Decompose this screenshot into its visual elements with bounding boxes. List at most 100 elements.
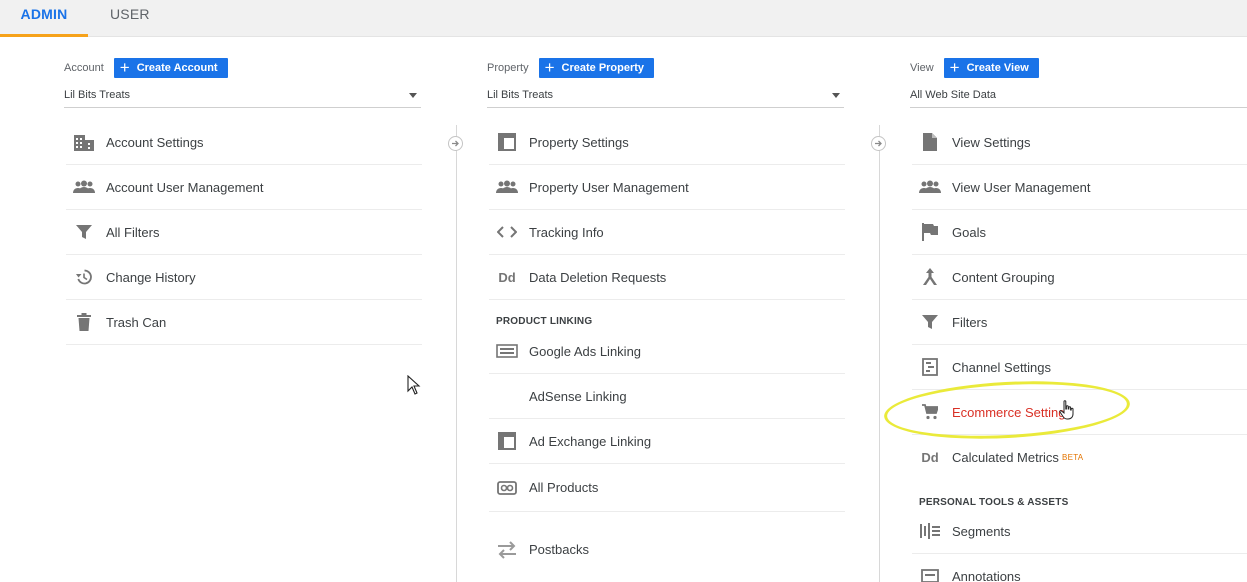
google-ads-linking-label: Google Ads Linking [529, 343, 642, 359]
annotations-icon [912, 568, 948, 582]
annotations-label: Annotations [952, 569, 1021, 582]
property-selector-value: Lil Bits Treats [487, 89, 554, 101]
column-divider [456, 125, 457, 582]
segments-icon [912, 523, 948, 539]
view-user-management-item[interactable]: View User Management [912, 165, 1247, 210]
goals-item[interactable]: Goals [912, 210, 1247, 255]
google-ads-linking-item[interactable]: Google Ads Linking [489, 329, 845, 374]
content-grouping-item[interactable]: Content Grouping [912, 255, 1247, 300]
property-settings-item[interactable]: Property Settings [489, 120, 845, 165]
all-filters-item[interactable]: All Filters [66, 210, 422, 255]
filter-icon [912, 314, 948, 330]
dropdown-caret-icon [409, 93, 417, 98]
calculated-metrics-label: Calculated Metrics [952, 450, 1059, 465]
plus-icon: + [949, 58, 960, 77]
property-settings-icon [489, 133, 525, 151]
trash-can-item[interactable]: Trash Can [66, 300, 422, 345]
arrow-cursor-icon [407, 375, 421, 395]
adsense-linking-item[interactable]: AdSense Linking [489, 374, 845, 419]
account-settings-item[interactable]: Account Settings [66, 120, 422, 165]
code-icon [489, 225, 525, 239]
account-user-management-label: Account User Management [106, 179, 264, 195]
annotations-item[interactable]: Annotations [912, 554, 1247, 582]
beta-badge: BETA [1061, 453, 1084, 462]
ads-icon [489, 344, 525, 358]
channel-icon [912, 358, 948, 376]
tracking-info-item[interactable]: Tracking Info [489, 210, 845, 255]
filter-icon [66, 224, 102, 240]
property-column: Property + Create Property Lil Bits Trea… [487, 37, 849, 582]
plus-icon: + [119, 58, 130, 77]
link-icon [489, 480, 525, 495]
cart-icon [912, 404, 948, 420]
goals-label: Goals [952, 224, 986, 240]
ad-exchange-icon [489, 432, 525, 450]
history-icon [66, 269, 102, 285]
hand-cursor-icon [1059, 400, 1074, 420]
dd-icon: Dd [498, 269, 516, 285]
postbacks-icon [489, 540, 525, 559]
ad-exchange-linking-item[interactable]: Ad Exchange Linking [489, 419, 845, 464]
data-deletion-requests-label: Data Deletion Requests [529, 269, 667, 285]
trash-can-label: Trash Can [106, 314, 167, 330]
view-selector-value: All Web Site Data [910, 89, 997, 101]
postbacks-label: Postbacks [529, 542, 589, 557]
document-icon [912, 133, 948, 151]
all-products-label: All Products [529, 480, 599, 495]
property-selector[interactable]: Lil Bits Treats [487, 85, 844, 108]
content-grouping-label: Content Grouping [952, 269, 1055, 285]
data-deletion-requests-item[interactable]: Dd Data Deletion Requests [489, 255, 845, 300]
create-view-label: Create View [966, 62, 1029, 74]
filters-item[interactable]: Filters [912, 300, 1247, 345]
view-label: View [910, 62, 934, 74]
account-label: Account [64, 62, 104, 74]
adsense-linking-label: AdSense Linking [529, 388, 627, 404]
content-grouping-icon [912, 268, 948, 286]
people-icon [489, 180, 525, 194]
property-user-management-item[interactable]: Property User Management [489, 165, 845, 210]
people-icon [912, 180, 948, 194]
flag-icon [912, 223, 948, 241]
change-history-item[interactable]: Change History [66, 255, 422, 300]
all-products-item[interactable]: All Products [489, 464, 845, 512]
account-user-management-item[interactable]: Account User Management [66, 165, 422, 210]
building-icon [66, 133, 102, 151]
ecommerce-settings-item[interactable]: Ecommerce Settings [912, 390, 1247, 435]
column-divider [879, 125, 880, 582]
view-header: View + Create View [910, 58, 1039, 78]
change-history-label: Change History [106, 269, 196, 285]
collapse-arrow-icon[interactable] [871, 136, 886, 151]
view-settings-item[interactable]: View Settings [912, 120, 1247, 165]
tab-user[interactable]: USER [110, 0, 150, 37]
trash-icon [66, 313, 102, 331]
ecommerce-settings-label: Ecommerce Settings [952, 404, 1072, 420]
create-property-label: Create Property [561, 62, 645, 74]
tab-admin[interactable]: ADMIN [0, 0, 88, 37]
account-selector[interactable]: Lil Bits Treats [64, 85, 421, 108]
channel-settings-item[interactable]: Channel Settings [912, 345, 1247, 390]
ad-exchange-linking-label: Ad Exchange Linking [529, 433, 652, 449]
property-label: Property [487, 62, 529, 74]
view-user-management-label: View User Management [952, 179, 1091, 195]
filters-label: Filters [952, 314, 988, 330]
segments-item[interactable]: Segments [912, 509, 1247, 554]
collapse-arrow-icon[interactable] [448, 136, 463, 151]
create-view-button[interactable]: + Create View [943, 58, 1039, 78]
view-selector[interactable]: All Web Site Data [910, 85, 1247, 108]
create-property-button[interactable]: + Create Property [538, 58, 655, 78]
postbacks-item[interactable]: Postbacks [489, 527, 845, 572]
property-settings-label: Property Settings [529, 134, 629, 150]
account-header: Account + Create Account [64, 58, 228, 78]
plus-icon: + [544, 58, 555, 77]
view-column: View + Create View All Web Site Data Vie… [910, 37, 1247, 582]
property-header: Property + Create Property [487, 58, 655, 78]
segments-label: Segments [952, 523, 1011, 539]
view-settings-label: View Settings [952, 134, 1031, 150]
create-account-button[interactable]: + Create Account [113, 58, 228, 78]
account-column: Account + Create Account Lil Bits Treats… [64, 37, 426, 582]
channel-settings-label: Channel Settings [952, 359, 1052, 375]
calculated-metrics-item[interactable]: Dd Calculated Metrics BETA [912, 435, 1247, 480]
dd-icon: Dd [921, 450, 939, 465]
admin-topbar: ADMIN USER [0, 0, 1247, 37]
all-filters-label: All Filters [106, 224, 160, 240]
